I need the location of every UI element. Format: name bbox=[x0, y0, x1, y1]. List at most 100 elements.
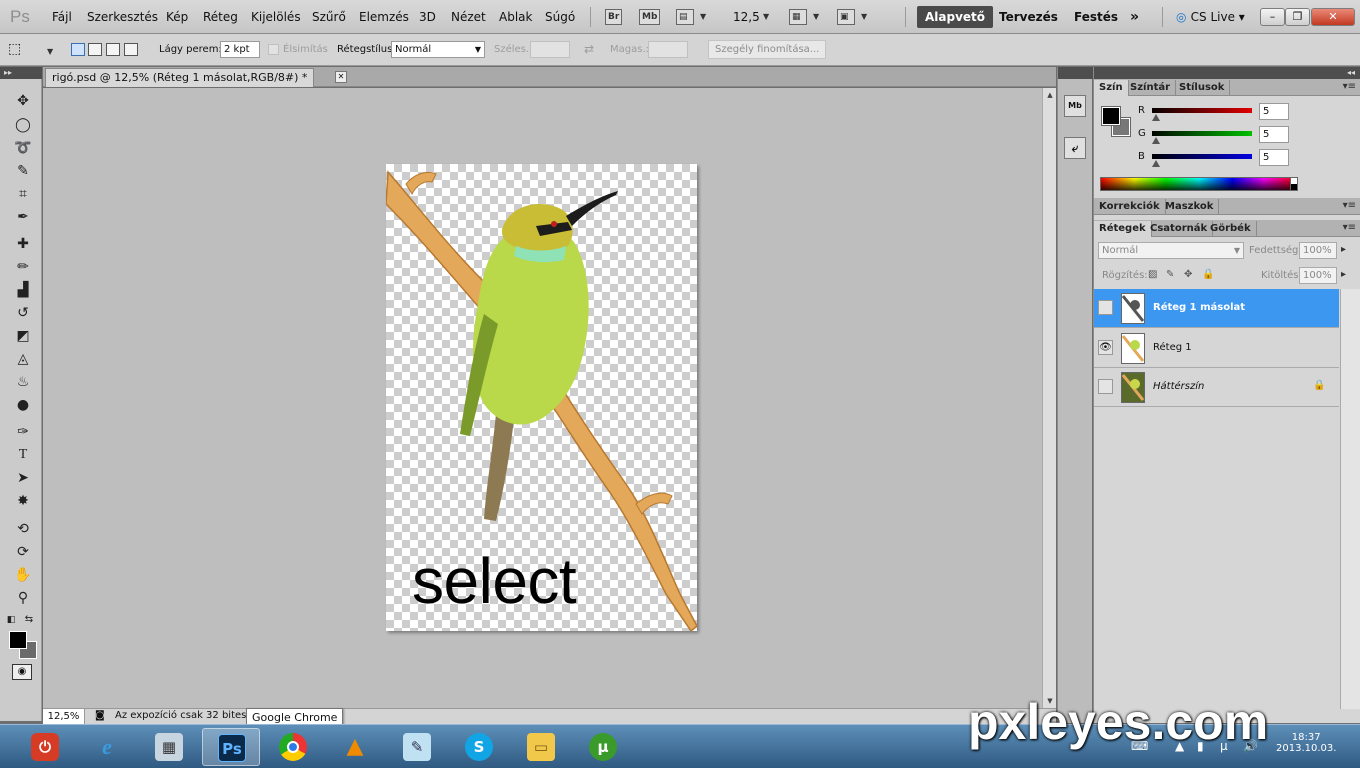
dodge-icon[interactable]: ● bbox=[12, 395, 34, 415]
arrange-documents-icon[interactable]: ▦ bbox=[789, 9, 807, 25]
visibility-toggle[interactable] bbox=[1098, 379, 1113, 394]
visibility-toggle[interactable] bbox=[1098, 300, 1113, 315]
menu-file[interactable]: Fájl bbox=[52, 10, 72, 24]
blend-mode-select[interactable]: Normál ▼ bbox=[1098, 242, 1244, 259]
menu-window[interactable]: Ablak bbox=[499, 10, 532, 24]
brush-icon[interactable]: ✏ bbox=[12, 257, 34, 277]
history-brush-icon[interactable]: ↺ bbox=[12, 303, 34, 323]
menu-image[interactable]: Kép bbox=[166, 10, 188, 24]
antialias-checkbox[interactable] bbox=[268, 44, 279, 55]
menu-view[interactable]: Nézet bbox=[451, 10, 486, 24]
move-tool-icon[interactable]: ✥ bbox=[12, 91, 34, 111]
menu-edit[interactable]: Szerkesztés bbox=[87, 10, 158, 24]
healing-brush-icon[interactable]: ✚ bbox=[12, 234, 34, 254]
restore-button[interactable]: ❐ bbox=[1285, 8, 1310, 26]
chevron-down-icon[interactable]: ▼ bbox=[700, 12, 706, 21]
workspace-essentials[interactable]: Alapvető bbox=[917, 6, 994, 28]
blue-value-input[interactable]: 5 bbox=[1259, 149, 1289, 166]
menu-help[interactable]: Súgó bbox=[545, 10, 575, 24]
taskbar-item-explorer[interactable]: ▭ bbox=[512, 728, 570, 766]
tab-paths[interactable]: Görbék bbox=[1205, 221, 1257, 237]
taskbar-item-photoshop[interactable]: Ps bbox=[202, 728, 260, 766]
canvas-vertical-scrollbar[interactable]: ▲ ▼ bbox=[1042, 88, 1056, 708]
layer-name[interactable]: Réteg 1 másolat bbox=[1153, 302, 1245, 313]
document-canvas[interactable]: select bbox=[386, 164, 697, 631]
zoom-icon[interactable]: ⚲ bbox=[12, 588, 34, 608]
elliptical-marquee-icon[interactable]: ◯ bbox=[12, 115, 34, 135]
crop-icon[interactable]: ⌗ bbox=[12, 184, 34, 204]
mini-bridge-panel-button[interactable]: Mb bbox=[1064, 95, 1086, 117]
opacity-slider-icon[interactable]: ▸ bbox=[1341, 244, 1346, 255]
default-colors-icon[interactable]: ◧ bbox=[4, 610, 18, 630]
green-slider[interactable] bbox=[1152, 131, 1252, 136]
view-extras-icon[interactable]: ▤ bbox=[676, 9, 694, 25]
path-selection-icon[interactable]: ➤ bbox=[12, 468, 34, 488]
refine-edge-button[interactable]: Szegély finomítása... bbox=[708, 40, 827, 59]
taskbar-item-calculator[interactable]: ▦ bbox=[140, 728, 198, 766]
taskbar-item-utorrent[interactable]: µ bbox=[574, 728, 632, 766]
menu-analysis[interactable]: Elemzés bbox=[359, 10, 409, 24]
cs-live-button[interactable]: ◎ CS Live ▾ bbox=[1176, 10, 1245, 24]
style-select[interactable]: Normál ▼ bbox=[391, 41, 485, 58]
layer-name[interactable]: Háttérszín bbox=[1153, 381, 1204, 392]
eye-icon[interactable]: 👁 bbox=[1098, 340, 1113, 355]
red-slider[interactable] bbox=[1152, 108, 1252, 113]
close-button[interactable]: ✕ bbox=[1311, 8, 1355, 26]
type-tool-icon[interactable]: T bbox=[12, 445, 34, 465]
subtract-from-selection-icon[interactable] bbox=[106, 43, 120, 56]
eyedropper-icon[interactable]: ✒ bbox=[12, 207, 34, 227]
chevron-down-icon[interactable]: ▼ bbox=[813, 12, 819, 21]
swap-colors-icon[interactable]: ⇆ bbox=[22, 610, 36, 630]
panel-collapse-grip[interactable]: ◂◂ bbox=[1094, 67, 1360, 79]
tab-adjustments[interactable]: Korrekciók bbox=[1094, 199, 1166, 215]
3d-rotate-icon[interactable]: ⟲ bbox=[12, 519, 34, 539]
red-value-input[interactable]: 5 bbox=[1259, 103, 1289, 120]
tab-color[interactable]: Szín bbox=[1094, 80, 1129, 96]
lock-all-icon[interactable]: 🔒 bbox=[1202, 269, 1214, 280]
fill-slider-icon[interactable]: ▸ bbox=[1341, 269, 1346, 280]
screen-mode-icon[interactable]: ▣ bbox=[837, 9, 855, 25]
lasso-icon[interactable]: ➰ bbox=[12, 138, 34, 158]
layer-name[interactable]: Réteg 1 bbox=[1153, 342, 1192, 353]
paint-bucket-icon[interactable]: ◬ bbox=[12, 349, 34, 369]
panel-menu-icon[interactable]: ▾≡ bbox=[1343, 81, 1356, 92]
tab-masks[interactable]: Maszkok bbox=[1160, 199, 1220, 215]
panel-grip[interactable] bbox=[1058, 67, 1093, 79]
chevron-down-icon[interactable]: ▼ bbox=[47, 47, 53, 56]
layer-row[interactable]: Háttérszín 🔒 bbox=[1094, 368, 1339, 407]
mini-bridge-button[interactable]: Mb bbox=[639, 9, 661, 25]
taskbar-item-ie[interactable]: e bbox=[78, 728, 136, 766]
status-info-icon[interactable]: ◙ bbox=[95, 710, 105, 721]
menu-layer[interactable]: Réteg bbox=[203, 10, 238, 24]
history-panel-icon[interactable]: ⤶ bbox=[1064, 137, 1086, 159]
color-spectrum-ramp[interactable] bbox=[1100, 177, 1298, 191]
taskbar-item-notepad[interactable]: ✎ bbox=[388, 728, 446, 766]
width-input[interactable] bbox=[530, 41, 570, 58]
taskbar-item-chrome[interactable] bbox=[264, 728, 322, 766]
panel-menu-icon[interactable]: ▾≡ bbox=[1343, 222, 1356, 233]
menu-select[interactable]: Kijelölés bbox=[251, 10, 301, 24]
layers-scrollbar[interactable] bbox=[1340, 289, 1360, 709]
black-white-swatch[interactable] bbox=[1290, 177, 1298, 191]
add-to-selection-icon[interactable] bbox=[88, 43, 102, 56]
fill-input[interactable]: 100% bbox=[1299, 267, 1337, 284]
quick-selection-icon[interactable]: ✎ bbox=[12, 161, 34, 181]
hand-icon[interactable]: ✋ bbox=[12, 565, 34, 585]
menu-filter[interactable]: Szűrő bbox=[312, 10, 346, 24]
tab-channels[interactable]: Csatornák bbox=[1145, 221, 1214, 237]
height-input[interactable] bbox=[648, 41, 688, 58]
tab-layers[interactable]: Rétegek bbox=[1094, 221, 1152, 237]
swap-icon[interactable]: ⇄ bbox=[584, 42, 594, 56]
foreground-color-swatch[interactable] bbox=[9, 631, 27, 649]
layer-row[interactable]: 👁 Réteg 1 bbox=[1094, 329, 1339, 368]
close-icon[interactable]: ✕ bbox=[335, 71, 347, 83]
more-workspaces-icon[interactable]: » bbox=[1130, 6, 1139, 28]
layer-row[interactable]: Réteg 1 másolat bbox=[1094, 289, 1339, 328]
red-slider-thumb[interactable] bbox=[1152, 114, 1160, 121]
new-selection-icon[interactable] bbox=[71, 43, 85, 56]
eraser-icon[interactable]: ◩ bbox=[12, 326, 34, 346]
menu-3d[interactable]: 3D bbox=[419, 10, 436, 24]
workspace-painting[interactable]: Festés bbox=[1074, 6, 1118, 28]
lock-position-icon[interactable]: ✥ bbox=[1184, 269, 1192, 280]
blue-slider[interactable] bbox=[1152, 154, 1252, 159]
